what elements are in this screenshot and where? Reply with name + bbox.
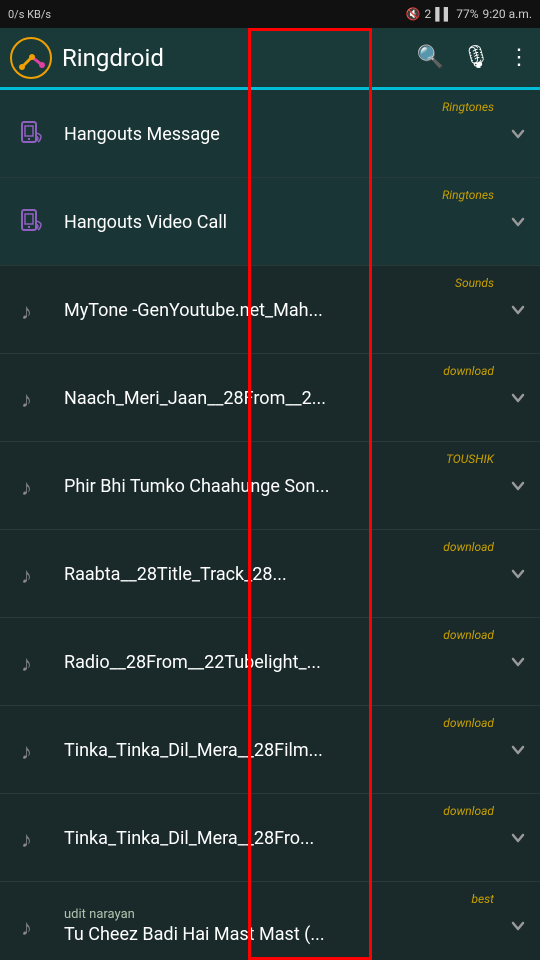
- mic-icon[interactable]: 🎙: [462, 45, 490, 70]
- expand-chevron[interactable]: [496, 124, 540, 144]
- sim-icon: 2: [424, 7, 431, 21]
- item-title: Tu Cheez Badi Hai Mast Mast (...: [64, 924, 496, 945]
- item-content: Naach_Meri_Jaan__28From__2...: [64, 386, 496, 409]
- expand-chevron[interactable]: [496, 740, 540, 760]
- expand-chevron[interactable]: [496, 212, 540, 232]
- item-content: Tinka_Tinka_Dil_Mera__28Fro...: [64, 826, 496, 849]
- svg-text:♪: ♪: [21, 652, 32, 677]
- svg-text:♪: ♪: [21, 740, 32, 765]
- list-item[interactable]: Hangouts Video Call Ringtones: [0, 178, 540, 266]
- more-icon[interactable]: ⋮: [508, 45, 530, 70]
- music-icon: ♪: [10, 288, 54, 332]
- music-icon: ♪: [10, 376, 54, 420]
- item-content: Phir Bhi Tumko Chaahunge Son...: [64, 474, 496, 497]
- expand-chevron[interactable]: [496, 476, 540, 496]
- signal-icon: ▌▌: [435, 7, 452, 21]
- item-title: Phir Bhi Tumko Chaahunge Son...: [64, 476, 496, 497]
- item-badge: download: [443, 364, 494, 378]
- music-icon: ♪: [10, 464, 54, 508]
- list-item[interactable]: ♪ MyTone -GenYoutube.net_Mah... Sounds: [0, 266, 540, 354]
- mute-icon: 🔇: [406, 7, 421, 21]
- svg-text:♪: ♪: [21, 564, 32, 589]
- list-item[interactable]: ♪ Tinka_Tinka_Dil_Mera__28Film... downlo…: [0, 706, 540, 794]
- list-item[interactable]: Hangouts Message Ringtones: [0, 90, 540, 178]
- app-bar: Ringdroid 🔍 🎙 ⋮: [0, 28, 540, 90]
- expand-chevron[interactable]: [496, 916, 540, 936]
- item-badge: Ringtones: [442, 100, 494, 114]
- expand-chevron[interactable]: [496, 652, 540, 672]
- music-icon: ♪: [10, 904, 54, 948]
- phone-icon: [10, 112, 54, 156]
- item-badge: download: [443, 804, 494, 818]
- expand-chevron[interactable]: [496, 564, 540, 584]
- item-content: udit narayan Tu Cheez Badi Hai Mast Mast…: [64, 907, 496, 945]
- svg-text:♪: ♪: [21, 388, 32, 413]
- app-title: Ringdroid: [62, 44, 417, 72]
- music-icon: ♪: [10, 728, 54, 772]
- list-item[interactable]: ♪ Raabta__28Title_Track_28... download: [0, 530, 540, 618]
- expand-chevron[interactable]: [496, 388, 540, 408]
- item-badge: Sounds: [455, 276, 494, 290]
- data-speed: 0/s KB/s: [8, 8, 51, 21]
- item-badge: best: [471, 892, 494, 906]
- expand-chevron[interactable]: [496, 300, 540, 320]
- svg-text:♪: ♪: [21, 476, 32, 501]
- music-icon: ♪: [10, 552, 54, 596]
- item-artist: udit narayan: [64, 907, 496, 922]
- item-title: Tinka_Tinka_Dil_Mera__28Fro...: [64, 828, 496, 849]
- list-item[interactable]: ♪ Radio__28From__22Tubelight_... downloa…: [0, 618, 540, 706]
- item-content: Hangouts Video Call: [64, 210, 496, 233]
- svg-text:♪: ♪: [21, 828, 32, 853]
- status-bar: 0/s KB/s 🔇 2 ▌▌ 77% 9:20 a.m.: [0, 0, 540, 28]
- svg-text:♪: ♪: [21, 300, 32, 325]
- status-left: 0/s KB/s: [8, 8, 51, 21]
- item-content: Tinka_Tinka_Dil_Mera__28Film...: [64, 738, 496, 761]
- item-title: Naach_Meri_Jaan__28From__2...: [64, 388, 496, 409]
- item-badge: Ringtones: [442, 188, 494, 202]
- list-item[interactable]: ♪ Tinka_Tinka_Dil_Mera__28Fro... downloa…: [0, 794, 540, 882]
- ringtone-list: Hangouts Message Ringtones Hangouts Vide…: [0, 90, 540, 960]
- item-title: Tinka_Tinka_Dil_Mera__28Film...: [64, 740, 496, 761]
- item-badge: download: [443, 628, 494, 642]
- list-item[interactable]: ♪ Naach_Meri_Jaan__28From__2... download: [0, 354, 540, 442]
- item-content: Radio__28From__22Tubelight_...: [64, 650, 496, 673]
- svg-text:♪: ♪: [21, 916, 32, 941]
- battery-level: 77%: [456, 7, 478, 21]
- expand-chevron[interactable]: [496, 828, 540, 848]
- item-badge: TOUSHIK: [446, 452, 494, 466]
- app-logo: [10, 37, 52, 79]
- phone-icon: [10, 200, 54, 244]
- app-bar-actions: 🔍 🎙 ⋮: [417, 45, 530, 70]
- list-item[interactable]: ♪ udit narayan Tu Cheez Badi Hai Mast Ma…: [0, 882, 540, 960]
- item-badge: download: [443, 540, 494, 554]
- list-item[interactable]: ♪ Phir Bhi Tumko Chaahunge Son... TOUSHI…: [0, 442, 540, 530]
- item-title: Hangouts Message: [64, 124, 496, 145]
- item-title: MyTone -GenYoutube.net_Mah...: [64, 300, 496, 321]
- item-title: Raabta__28Title_Track_28...: [64, 564, 496, 585]
- search-icon[interactable]: 🔍: [417, 45, 444, 70]
- item-title: Hangouts Video Call: [64, 212, 496, 233]
- time-display: 9:20 a.m.: [483, 7, 533, 21]
- status-right: 🔇 2 ▌▌ 77% 9:20 a.m.: [406, 7, 533, 21]
- item-content: Hangouts Message: [64, 122, 496, 145]
- item-content: MyTone -GenYoutube.net_Mah...: [64, 298, 496, 321]
- music-icon: ♪: [10, 816, 54, 860]
- item-badge: download: [443, 716, 494, 730]
- music-icon: ♪: [10, 640, 54, 684]
- item-title: Radio__28From__22Tubelight_...: [64, 652, 496, 673]
- item-content: Raabta__28Title_Track_28...: [64, 562, 496, 585]
